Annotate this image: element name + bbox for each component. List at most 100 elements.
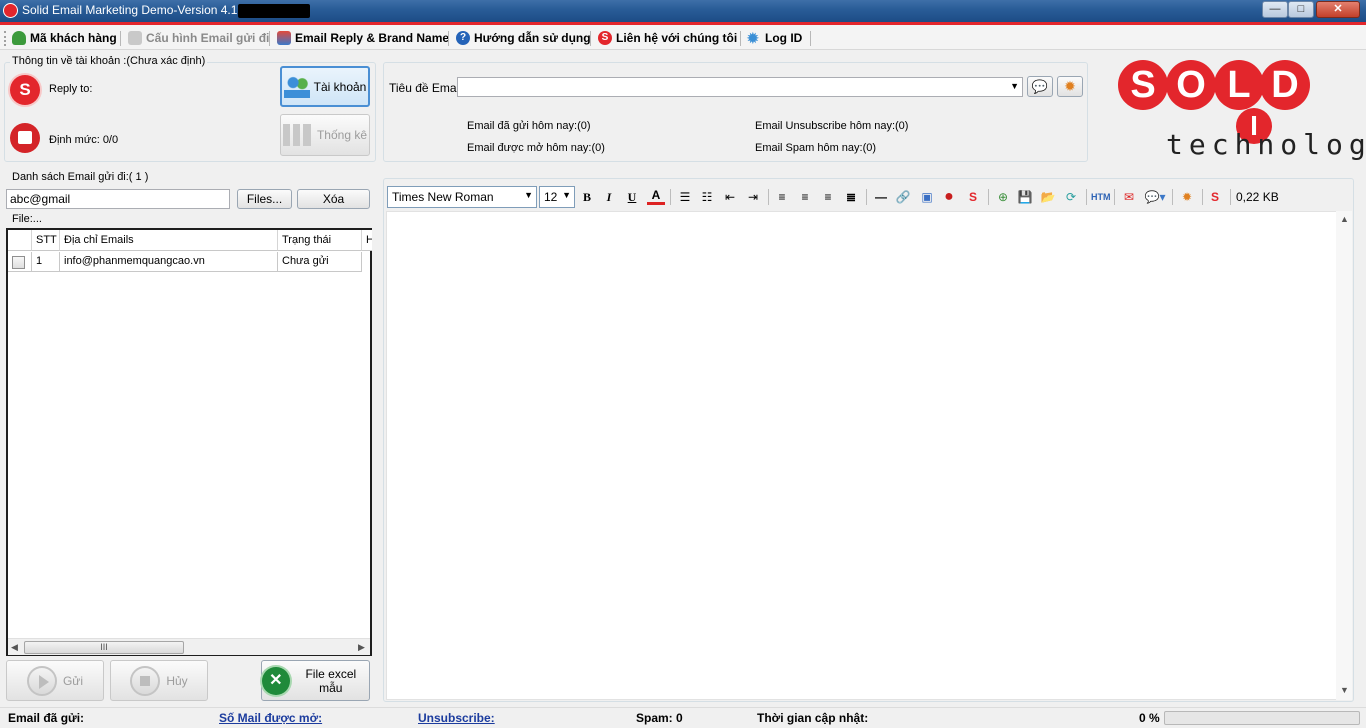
toolbar-separator bbox=[866, 189, 867, 205]
solid-technology-logo: S O L D I technology bbox=[1116, 58, 1366, 168]
maximize-button[interactable]: □ bbox=[1288, 1, 1314, 18]
package-icon bbox=[10, 123, 40, 153]
account-button[interactable]: Tài khoản bbox=[280, 66, 370, 107]
menu-help[interactable]: ? Hướng dẫn sử dụng bbox=[456, 29, 591, 47]
logo-letter-l: L bbox=[1214, 60, 1264, 110]
menu-separator bbox=[590, 31, 591, 46]
menu-bar: Mã khách hàng Cấu hình Email gửi đi Emai… bbox=[0, 25, 1366, 50]
menu-log-id[interactable]: ✹ Log ID bbox=[747, 29, 802, 47]
logo-letter-o: O bbox=[1166, 60, 1216, 110]
refresh-icon[interactable]: ⟳ bbox=[1062, 188, 1080, 206]
font-size-select[interactable]: 12 ▼ bbox=[539, 186, 575, 208]
email-input[interactable] bbox=[6, 189, 230, 209]
menu-contact[interactable]: S Liên hệ với chúng tôi bbox=[598, 29, 737, 47]
logo-letter-d: D bbox=[1260, 60, 1310, 110]
send-button[interactable]: Gửi bbox=[6, 660, 104, 701]
email-table[interactable]: STT Địa chỉ Emails Trạng thái H 1 info@p… bbox=[6, 228, 372, 656]
subject-preview-button[interactable]: 💬 bbox=[1027, 76, 1053, 97]
menu-separator bbox=[120, 31, 121, 46]
stats-button[interactable]: Thống kê bbox=[280, 114, 370, 156]
record-icon[interactable]: ● bbox=[940, 188, 958, 206]
window-title: Solid Email Marketing Demo-Version 4.1 bbox=[22, 3, 238, 17]
settings-gear-icon[interactable]: ✹ bbox=[1178, 188, 1196, 206]
row-email-cell: info@phanmemquangcao.vn bbox=[60, 252, 278, 272]
status-progress-text: 0 % bbox=[1139, 711, 1160, 725]
toolbar-separator bbox=[1202, 189, 1203, 205]
menu-separator bbox=[269, 31, 270, 46]
bullet-list-icon[interactable]: ☷ bbox=[698, 188, 716, 206]
menu-customer-code[interactable]: Mã khách hàng bbox=[12, 29, 117, 47]
scroll-left-icon[interactable]: ◀ bbox=[11, 642, 18, 653]
toolbar-separator bbox=[988, 189, 989, 205]
solid-s-icon[interactable]: S bbox=[964, 188, 982, 206]
row-checkbox[interactable] bbox=[12, 256, 25, 269]
scrollbar-thumb[interactable]: III bbox=[24, 641, 184, 654]
status-unsubscribe-link[interactable]: Unsubscribe: bbox=[418, 711, 495, 725]
html-icon[interactable]: HTM bbox=[1091, 188, 1111, 206]
horizontal-scrollbar[interactable]: ◀ III ▶ bbox=[8, 638, 370, 655]
solid-logo-icon: S bbox=[10, 75, 40, 105]
align-right-icon[interactable]: ≡ bbox=[819, 188, 837, 206]
chevron-down-icon[interactable]: ▼ bbox=[1010, 81, 1019, 91]
excel-template-button[interactable]: ✕ File excel mẫu bbox=[261, 660, 370, 701]
open-folder-icon[interactable]: 📂 bbox=[1039, 188, 1057, 206]
scroll-down-icon[interactable]: ▼ bbox=[1340, 685, 1349, 695]
menu-email-config[interactable]: Cấu hình Email gửi đi bbox=[128, 29, 269, 47]
delete-button[interactable]: Xóa bbox=[297, 189, 370, 209]
bold-icon[interactable]: B bbox=[578, 188, 596, 206]
justify-icon[interactable]: ≣ bbox=[842, 188, 860, 206]
table-header-email[interactable]: Địa chỉ Emails bbox=[60, 230, 278, 251]
align-center-icon[interactable]: ≡ bbox=[796, 188, 814, 206]
save-icon[interactable]: 💾 bbox=[1016, 188, 1034, 206]
subject-settings-button[interactable]: ✹ bbox=[1057, 76, 1083, 97]
toolbar-grip[interactable] bbox=[4, 31, 7, 46]
underline-icon[interactable]: U bbox=[623, 188, 641, 206]
close-button[interactable]: ✕ bbox=[1316, 1, 1360, 18]
unsubscribe-today-label: Email Unsubscribe hôm nay:(0) bbox=[755, 120, 909, 132]
mail-icon[interactable]: ✉ bbox=[1120, 188, 1138, 206]
spam-today-label: Email Spam hôm nay:(0) bbox=[755, 142, 877, 154]
menu-brand-name[interactable]: Email Reply & Brand Name bbox=[277, 29, 449, 47]
solid-logo-small-icon[interactable]: S bbox=[1206, 188, 1224, 206]
menu-separator bbox=[448, 31, 449, 46]
subject-label: Tiêu đề Email: bbox=[389, 81, 466, 95]
users-icon bbox=[283, 75, 310, 98]
table-header-status[interactable]: Trạng thái bbox=[278, 230, 362, 251]
status-opened-link[interactable]: Số Mail được mở: bbox=[219, 711, 322, 725]
speech-bubble-icon: 💬 bbox=[1031, 78, 1049, 94]
file-size-label: 0,22 KB bbox=[1236, 190, 1279, 204]
preview-dropdown-icon[interactable]: 💬▾ bbox=[1142, 188, 1168, 206]
chevron-down-icon: ▼ bbox=[524, 190, 533, 200]
new-document-icon[interactable]: ⊕ bbox=[994, 188, 1012, 206]
outdent-icon[interactable]: ⇤ bbox=[721, 188, 739, 206]
progress-bar bbox=[1164, 711, 1360, 725]
scroll-up-icon[interactable]: ▲ bbox=[1340, 214, 1349, 224]
font-family-select[interactable]: Times New Roman ▼ bbox=[387, 186, 537, 208]
align-left-icon[interactable]: ≡ bbox=[773, 188, 791, 206]
vertical-scrollbar[interactable]: ▲ ▼ bbox=[1336, 211, 1352, 700]
excel-icon: ✕ bbox=[262, 666, 290, 695]
indent-icon[interactable]: ⇥ bbox=[744, 188, 762, 206]
files-button[interactable]: Files... bbox=[237, 189, 292, 209]
table-header-stt[interactable]: STT bbox=[32, 230, 60, 251]
image-icon[interactable]: ▣ bbox=[918, 188, 936, 206]
user-icon bbox=[12, 31, 26, 45]
menu-separator bbox=[740, 31, 741, 46]
italic-icon[interactable]: I bbox=[600, 188, 618, 206]
row-stt-cell: 1 bbox=[32, 252, 60, 272]
horizontal-rule-icon[interactable]: — bbox=[872, 188, 890, 206]
table-header-select bbox=[8, 230, 32, 251]
font-color-icon[interactable]: A bbox=[647, 188, 665, 205]
link-icon[interactable]: 🔗 bbox=[894, 188, 912, 206]
contact-icon: S bbox=[598, 31, 612, 45]
quota-label: Định mức: 0/0 bbox=[49, 134, 119, 146]
numbered-list-icon[interactable]: ☰ bbox=[676, 188, 694, 206]
gear-icon: ✹ bbox=[1064, 78, 1076, 94]
email-body-editor[interactable] bbox=[386, 211, 1352, 700]
cancel-button[interactable]: Hủy bbox=[110, 660, 208, 701]
subject-combobox[interactable]: ▼ bbox=[457, 77, 1023, 97]
table-header-extra[interactable]: H bbox=[362, 230, 372, 251]
scroll-right-icon[interactable]: ▶ bbox=[358, 642, 365, 653]
toolbar-separator bbox=[1086, 189, 1087, 205]
minimize-button[interactable]: — bbox=[1262, 1, 1288, 18]
